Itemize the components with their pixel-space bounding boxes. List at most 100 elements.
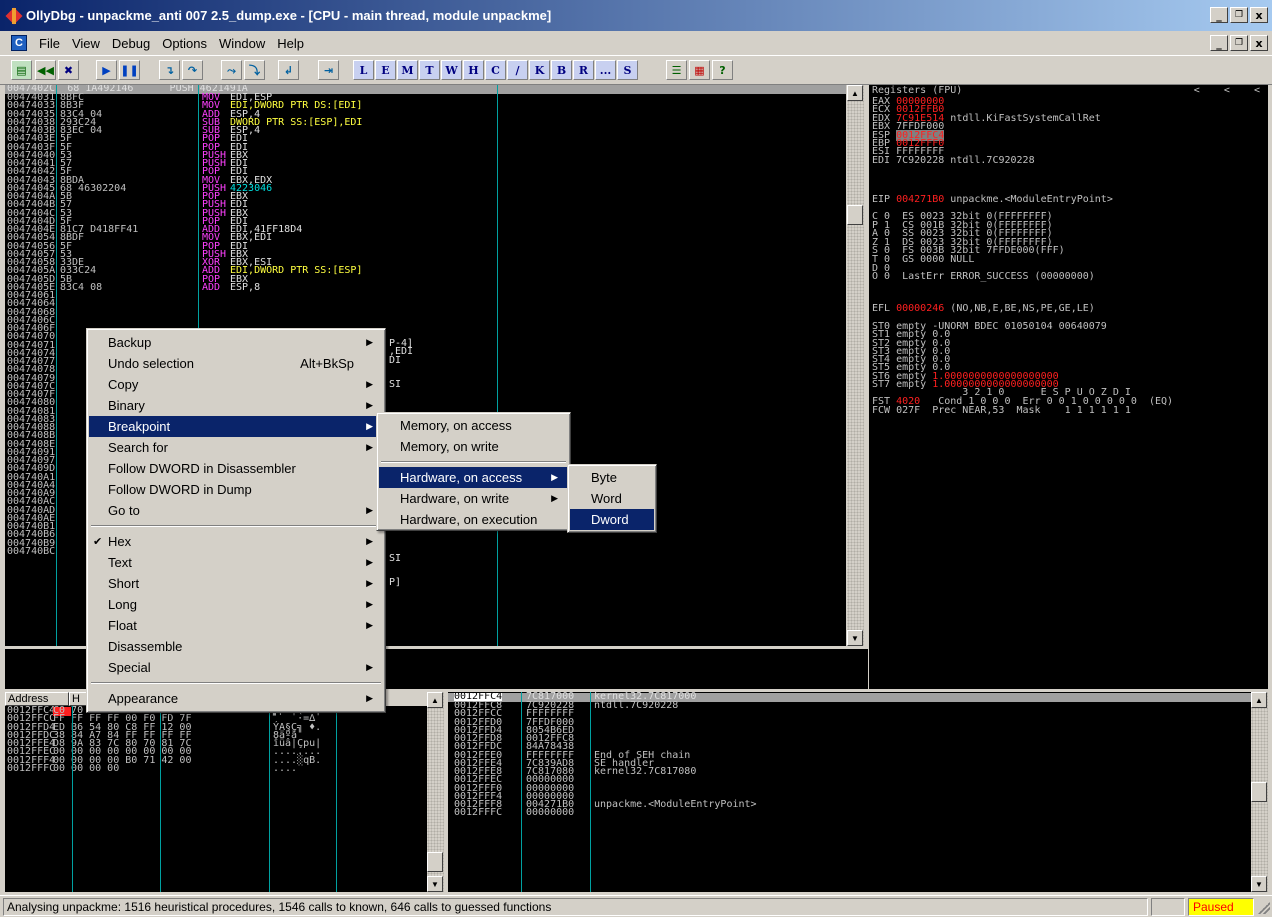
menu-short[interactable]: Short ▶ <box>89 573 383 594</box>
menu-binary[interactable]: Binary ▶ <box>89 395 383 416</box>
menu-appearance[interactable]: Appearance ▶ <box>89 688 383 709</box>
call-stack-button[interactable]: K <box>529 60 550 80</box>
menu-dword[interactable]: Dword <box>570 509 654 530</box>
menu-memory-on-write[interactable]: Memory, on write <box>379 436 568 457</box>
menu-view[interactable]: View <box>66 36 106 51</box>
menu-follow-dword-disasm[interactable]: Follow DWORD in Disassembler <box>89 458 383 479</box>
scroll-up-icon[interactable]: ▲ <box>427 692 443 708</box>
eip-line[interactable]: EIP 004271B0 unpackme.<ModuleEntryPoint> <box>872 194 1113 205</box>
menu-word[interactable]: Word <box>570 488 654 509</box>
menu-hex[interactable]: ✔ Hex ▶ <box>89 531 383 552</box>
stack-pane[interactable]: 0012FFC4 7C817000 kernel32.7C817000 0012FF… <box>448 692 1251 892</box>
maximize-button[interactable]: ❐ <box>1230 7 1248 23</box>
child-close-button[interactable]: x <box>1250 35 1268 51</box>
breakpoints-button[interactable]: B <box>551 60 572 80</box>
menu-disassemble[interactable]: Disassemble <box>89 636 383 657</box>
dump-scrollbar[interactable]: ▲ ▼ <box>427 692 444 892</box>
menu-text[interactable]: Text ▶ <box>89 552 383 573</box>
cpu-button[interactable]: C <box>485 60 506 80</box>
disasm-hex[interactable]: 8BFC 8B3F 83C4 04 293C24 83EC 04 5F 5F 5… <box>60 93 138 293</box>
threads-button[interactable]: T <box>419 60 440 80</box>
options-grid-icon[interactable]: ▦ <box>689 60 710 80</box>
modules-button[interactable]: E <box>375 60 396 80</box>
registers-header[interactable]: Registers (FPU) < < < <box>869 86 1268 96</box>
flags-segments[interactable]: C 0 ES 0023 32bit 0(FFFFFFFF) P 1 CS 001… <box>872 212 1095 282</box>
windows-button[interactable]: W <box>441 60 462 80</box>
stack-values[interactable]: 7C920228 FFFFFFFF 7FFDF000 8054B6ED 0012… <box>526 701 574 818</box>
step-over-icon[interactable]: ↷ <box>182 60 203 80</box>
stack-addresses[interactable]: 0012FFC8 0012FFCC 0012FFD0 0012FFD4 0012… <box>454 701 502 818</box>
references-button[interactable]: R <box>573 60 594 80</box>
disasm-addresses[interactable]: 00474031 00474033 00474035 00474038 0047… <box>7 93 55 557</box>
fpu-registers[interactable]: ST0 empty -UNORM BDEC 01050104 00640079 … <box>872 322 1107 373</box>
menu-file[interactable]: File <box>33 36 66 51</box>
menu-copy[interactable]: Copy ▶ <box>89 374 383 395</box>
list-icon[interactable]: ☰ <box>666 60 687 80</box>
disasm-mnemonics[interactable]: MOV MOV ADD SUB SUB POP POP PUSH PUSH POP MOV PUSH P… <box>202 92 226 292</box>
go-to-origin-icon[interactable]: ⇥ <box>318 60 339 80</box>
efl-value[interactable]: 00000246 <box>896 303 944 314</box>
menu-hardware-on-write[interactable]: Hardware, on write ▶ <box>379 488 568 509</box>
memory-button[interactable]: M <box>397 60 418 80</box>
open-file-icon[interactable]: ▤ <box>11 60 32 80</box>
rewind-icon[interactable]: ◀◀ <box>35 60 56 80</box>
registers-arrows[interactable]: < < < <box>1194 86 1260 96</box>
scroll-thumb[interactable] <box>847 205 863 225</box>
current-line[interactable]: 0047402C 68 1A492146 PUSH 4621491A <box>5 85 846 94</box>
menu-long[interactable]: Long ▶ <box>89 594 383 615</box>
animate-over-icon[interactable]: ⤵ <box>244 60 265 80</box>
scroll-thumb[interactable] <box>1251 782 1267 802</box>
step-into-icon[interactable]: ↴ <box>159 60 180 80</box>
menu-backup[interactable]: Backup ▶ <box>89 332 383 353</box>
disasm-scrollbar[interactable]: ▲ ▼ <box>847 85 864 646</box>
menu-undo-selection[interactable]: Undo selection Alt+BkSp <box>89 353 383 374</box>
cpu-window-icon[interactable]: C <box>11 35 27 51</box>
execute-till-return-icon[interactable]: ↲ <box>278 60 299 80</box>
menu-byte[interactable]: Byte <box>570 467 654 488</box>
patches-button[interactable]: / <box>507 60 528 80</box>
close-process-icon[interactable]: ✖ <box>58 60 79 80</box>
menu-special[interactable]: Special ▶ <box>89 657 383 678</box>
scroll-thumb[interactable] <box>427 852 443 872</box>
address-column-header[interactable]: Address <box>5 692 69 706</box>
menu-search-for[interactable]: Search for ▶ <box>89 437 383 458</box>
menu-hardware-on-execution[interactable]: Hardware, on execution <box>379 509 568 530</box>
child-maximize-button[interactable]: ❐ <box>1230 35 1248 51</box>
run-icon[interactable]: ▶ <box>96 60 117 80</box>
registers-pane[interactable]: Registers (FPU) < < < EAX 00000000 ECX 00… <box>869 85 1268 689</box>
handles-button[interactable]: H <box>463 60 484 80</box>
menu-follow-dword-dump[interactable]: Follow DWORD in Dump <box>89 479 383 500</box>
dump-ascii[interactable]: ▌pu|(ÆÒ| ·=∆ ÝA§Ç╗ ♦. 8äºä îüâ|Çpu| ....… <box>273 706 321 774</box>
scroll-up-icon[interactable]: ▲ <box>847 85 863 101</box>
help-icon[interactable]: ? <box>712 60 733 80</box>
menu-go-to[interactable]: Go to ▶ <box>89 500 383 521</box>
dump-addresses[interactable]: 0012FFC4 0012FFCC 0012FFD4 0012FFDC 0012… <box>7 706 55 774</box>
source-button[interactable]: S <box>617 60 638 80</box>
menu-hardware-on-access[interactable]: Hardware, on access ▶ <box>379 467 568 488</box>
eip-value[interactable]: 004271B0 <box>896 194 944 205</box>
log-window-button[interactable]: L <box>353 60 374 80</box>
edi-value[interactable]: 7C920228 <box>896 155 944 166</box>
menu-memory-on-access[interactable]: Memory, on access <box>379 415 568 436</box>
menu-help[interactable]: Help <box>271 36 310 51</box>
minimize-button[interactable]: _ <box>1210 7 1228 23</box>
scroll-up-icon[interactable]: ▲ <box>1251 692 1267 708</box>
dump-hex[interactable]: C0 70 81 7C 28 02 92 7C FF FF FF FF 00 F… <box>53 706 191 774</box>
scroll-down-icon[interactable]: ▼ <box>427 876 443 892</box>
child-minimize-button[interactable]: _ <box>1210 35 1228 51</box>
scroll-down-icon[interactable]: ▼ <box>1251 876 1267 892</box>
pause-icon[interactable]: ❚❚ <box>119 60 140 80</box>
close-button[interactable]: x <box>1250 7 1268 23</box>
run-trace-button[interactable]: ... <box>595 60 616 80</box>
fcw-line[interactable]: FCW 027F Prec NEAR,53 Mask 1 1 1 1 1 1 <box>872 405 1131 415</box>
animate-into-icon[interactable]: ⤳ <box>221 60 242 80</box>
menu-window[interactable]: Window <box>213 36 271 51</box>
title-bar[interactable]: OllyDbg - unpackme_anti 007 2.5_dump.exe… <box>0 0 1272 31</box>
efl-line[interactable]: EFL 00000246 (NO,NB,E,BE,NS,PE,GE,LE) <box>872 303 1095 314</box>
scroll-down-icon[interactable]: ▼ <box>847 630 863 646</box>
register-block[interactable]: EAX 00000000 ECX 0012FFB0 EDX 7C91E514 n… <box>872 96 1101 166</box>
disasm-operands[interactable]: EDI,ESP EDI,DWORD PTR DS:[EDI] ESP,4 DWORD … <box>230 92 362 292</box>
stack-scrollbar[interactable]: ▲ ▼ <box>1251 692 1268 892</box>
menu-breakpoint[interactable]: Breakpoint ▶ <box>89 416 383 437</box>
resize-grip-icon[interactable] <box>1258 902 1270 914</box>
